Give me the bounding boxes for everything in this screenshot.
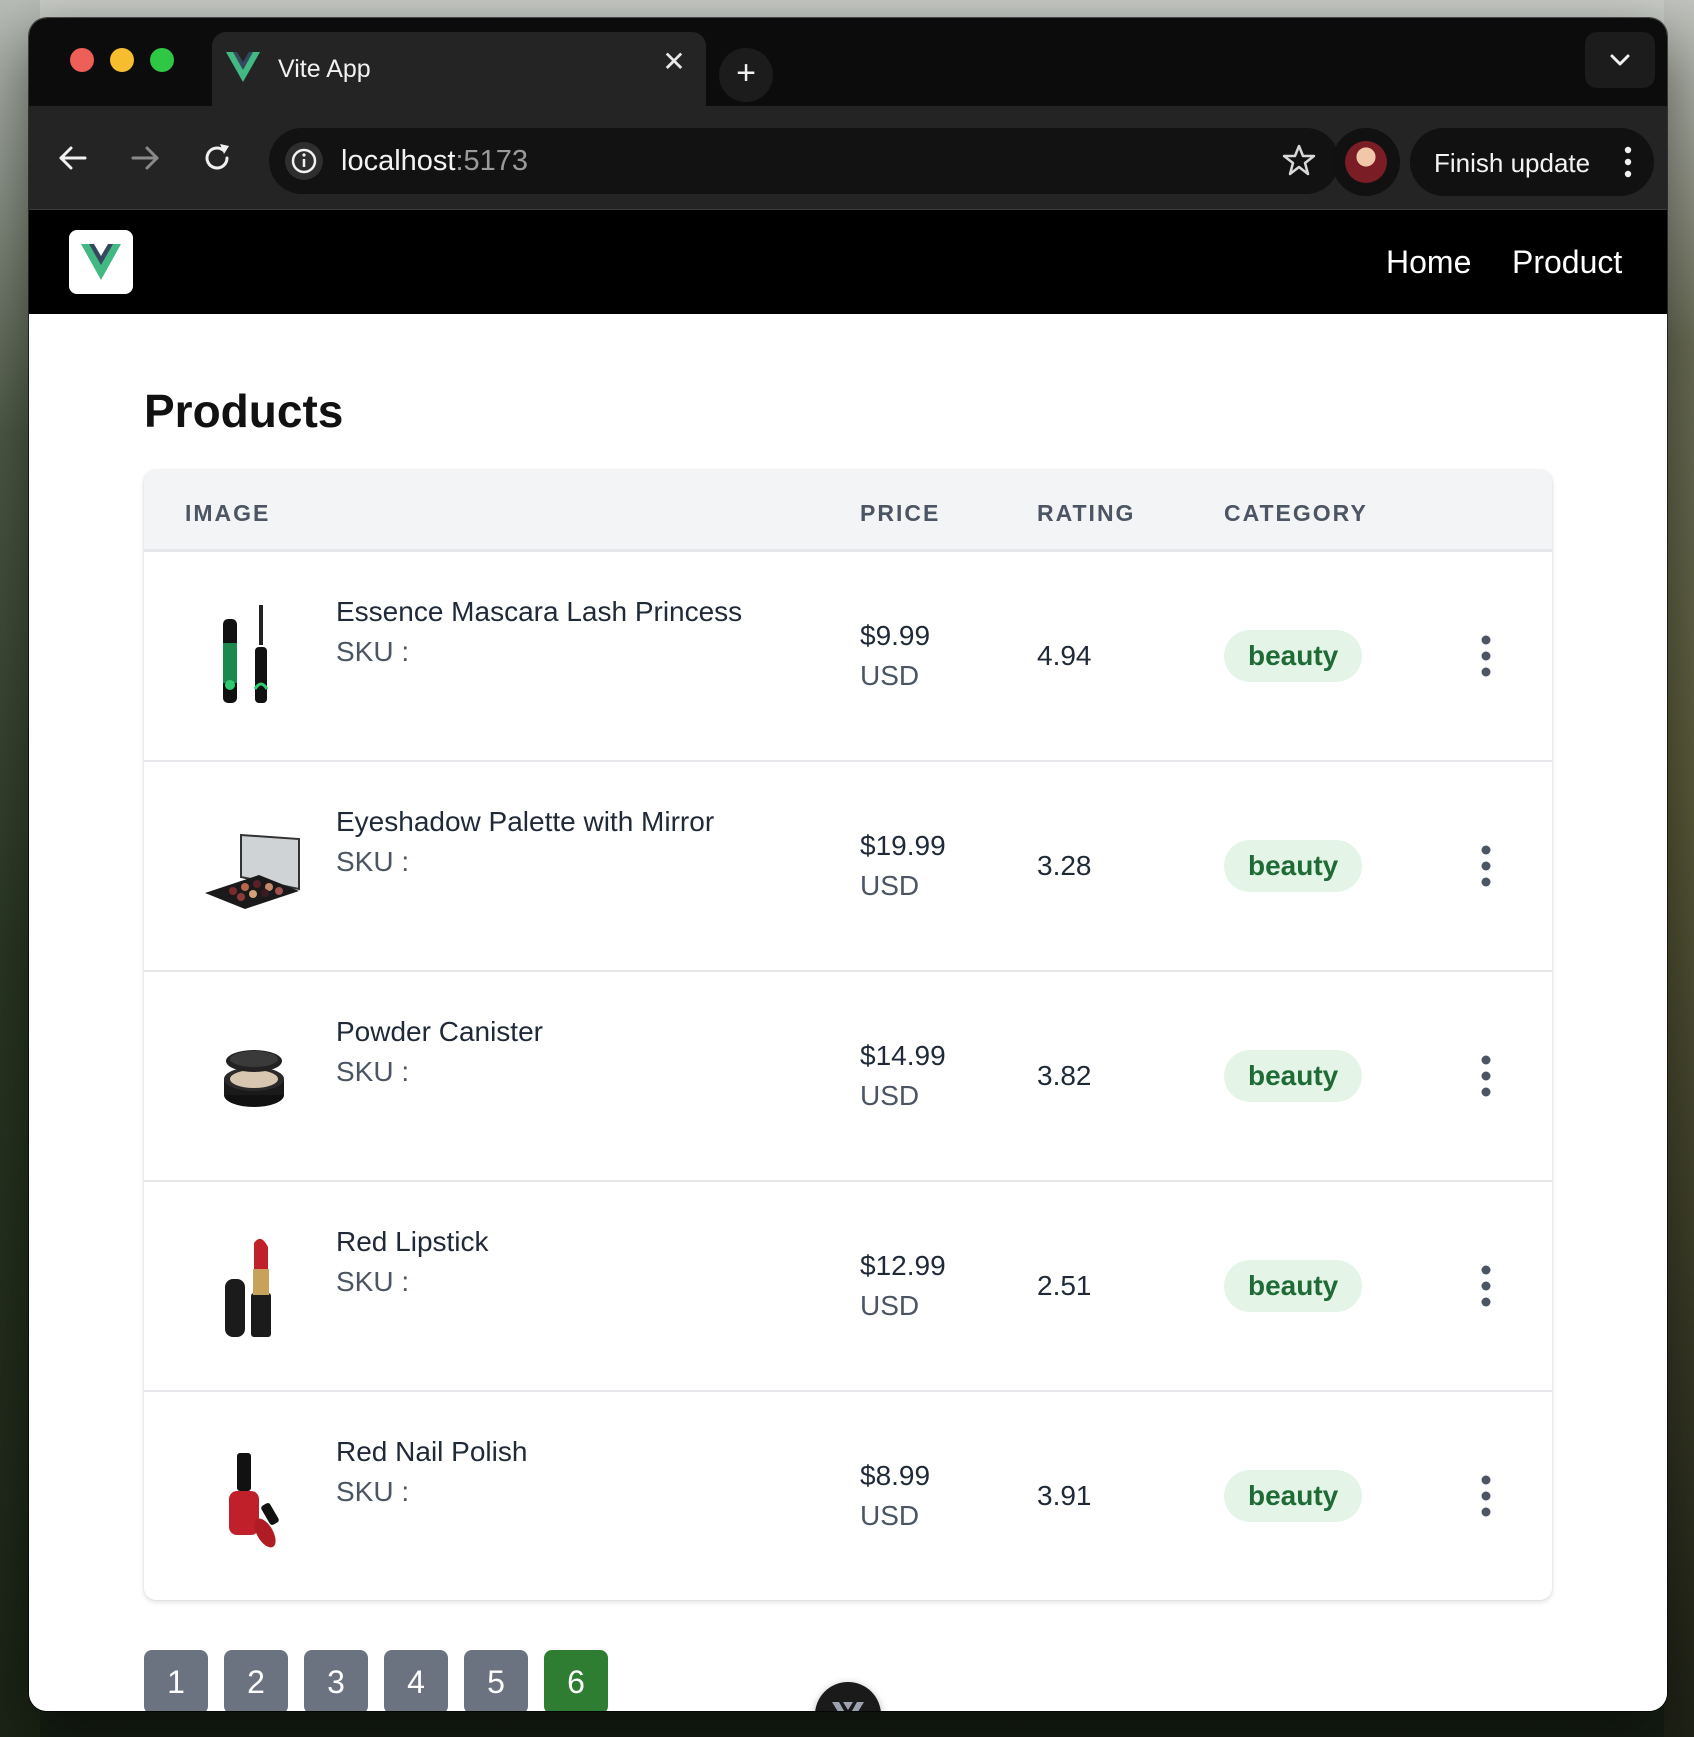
page-button-4[interactable]: 4 [384,1650,448,1711]
category-badge: beauty [1224,840,1363,892]
product-name: Essence Mascara Lash Princess [336,596,743,627]
table-row[interactable]: Powder Canister SKU : $14.99 USD 3.82 be… [144,972,1552,1182]
forward-arrow-icon[interactable] [127,140,163,176]
powder-canister-image [224,1050,284,1107]
page-button-3[interactable]: 3 [304,1650,368,1711]
finish-update-label: Finish update [1434,148,1591,178]
category-badge: beauty [1224,630,1363,682]
vue-logo-icon [226,52,260,82]
table-row[interactable]: Eyeshadow Palette with Mirror SKU : $19.… [144,762,1552,972]
row-actions-icon[interactable] [1480,844,1492,888]
reload-icon[interactable] [199,140,235,176]
more-vertical-icon [1624,146,1632,178]
site-info-icon[interactable] [285,142,323,180]
close-tab-icon[interactable]: ✕ [660,48,688,76]
new-tab-button[interactable]: + [719,48,773,102]
tab-search-button[interactable] [1585,32,1655,88]
product-price: $14.99 [860,1040,946,1071]
url-text: localhost:5173 [341,145,528,178]
product-price: $9.99 [860,620,931,651]
desktop-wallpaper-right [1664,0,1694,1737]
app-navbar: Home Product [29,210,1667,314]
product-currency: USD [860,1500,920,1531]
category-badge: beauty [1224,1260,1363,1312]
table-row[interactable]: Red Lipstick SKU : $12.99 USD 2.51 beaut… [144,1182,1552,1392]
table-header: IMAGE PRICE RATING CATEGORY [144,470,1552,552]
table-body: Essence Mascara Lash Princess SKU : $9.9… [144,552,1552,1600]
browser-toolbar: localhost:5173 Finish update [29,106,1667,210]
product-price: $12.99 [860,1250,946,1281]
vue-logo-icon [832,1702,864,1711]
product-currency: USD [860,1290,920,1321]
close-window-button[interactable] [70,48,94,72]
category-badge: beauty [1224,1470,1363,1522]
page-button-6[interactable]: 6 [544,1650,608,1711]
browser-window: Vite App ✕ + localhost:5173 Finish updat… [29,18,1667,1711]
column-header-category: CATEGORY [1224,500,1368,526]
tab-title: Vite App [278,55,371,83]
product-name: Powder Canister [336,1016,543,1047]
page-button-5[interactable]: 5 [464,1650,528,1711]
product-name: Eyeshadow Palette with Mirror [336,806,715,837]
row-actions-icon[interactable] [1480,1054,1492,1098]
table-row[interactable]: Red Nail Polish SKU : $8.99 USD 3.91 bea… [144,1392,1552,1600]
column-header-image: IMAGE [185,500,271,526]
product-sku: SKU : [336,1266,410,1297]
back-arrow-icon[interactable] [55,140,91,176]
product-currency: USD [860,870,920,901]
table-row[interactable]: Essence Mascara Lash Princess SKU : $9.9… [144,552,1552,762]
product-sku: SKU : [336,636,410,667]
row-actions-icon[interactable] [1480,634,1492,678]
url-host: localhost [341,145,456,177]
vue-devtools-button[interactable] [815,1682,881,1711]
app-logo[interactable] [69,230,133,294]
product-sku: SKU : [336,1056,410,1087]
page-button-1[interactable]: 1 [144,1650,208,1711]
product-rating: 2.51 [1037,1270,1092,1301]
product-currency: USD [860,1080,920,1111]
bookmark-star-icon[interactable] [1281,142,1317,178]
chevron-down-icon [1610,54,1630,66]
lipstick-image [225,1238,271,1337]
category-badge: beauty [1224,1050,1363,1102]
column-header-price: PRICE [860,500,941,526]
page-button-2[interactable]: 2 [224,1650,288,1711]
page-title: Products [144,385,344,437]
row-actions-icon[interactable] [1480,1264,1492,1308]
main-content: Products IMAGE PRICE RATING CATEGORY Ess… [29,314,1667,1711]
minimize-window-button[interactable] [110,48,134,72]
product-rating: 3.91 [1037,1480,1092,1511]
mascara-image [223,605,269,703]
product-sku: SKU : [336,1476,410,1507]
eyeshadow-palette-image [205,833,300,909]
nail-polish-image [229,1453,279,1548]
product-rating: 3.28 [1037,850,1092,881]
browser-tab[interactable]: Vite App ✕ [212,32,706,106]
address-bar[interactable]: localhost:5173 [269,128,1339,194]
product-rating: 3.82 [1037,1060,1092,1091]
product-name: Red Nail Polish [336,1436,528,1467]
product-name: Red Lipstick [336,1226,489,1257]
product-rating: 4.94 [1037,640,1092,671]
product-price: $8.99 [860,1460,931,1491]
nav-link-home[interactable]: Home [1386,244,1471,281]
product-currency: USD [860,660,920,691]
product-sku: SKU : [336,846,410,877]
tab-strip: Vite App ✕ + [29,18,1667,106]
column-header-rating: RATING [1037,500,1136,526]
vue-logo-icon [81,244,121,280]
finish-update-button[interactable]: Finish update [1410,128,1654,196]
row-actions-icon[interactable] [1480,1474,1492,1518]
maximize-window-button[interactable] [150,48,174,72]
products-table: IMAGE PRICE RATING CATEGORY Essence Masc… [144,470,1552,1600]
product-price: $19.99 [860,830,946,861]
profile-avatar[interactable] [1332,128,1400,196]
url-port: :5173 [455,145,529,177]
nav-link-product[interactable]: Product [1512,244,1622,281]
